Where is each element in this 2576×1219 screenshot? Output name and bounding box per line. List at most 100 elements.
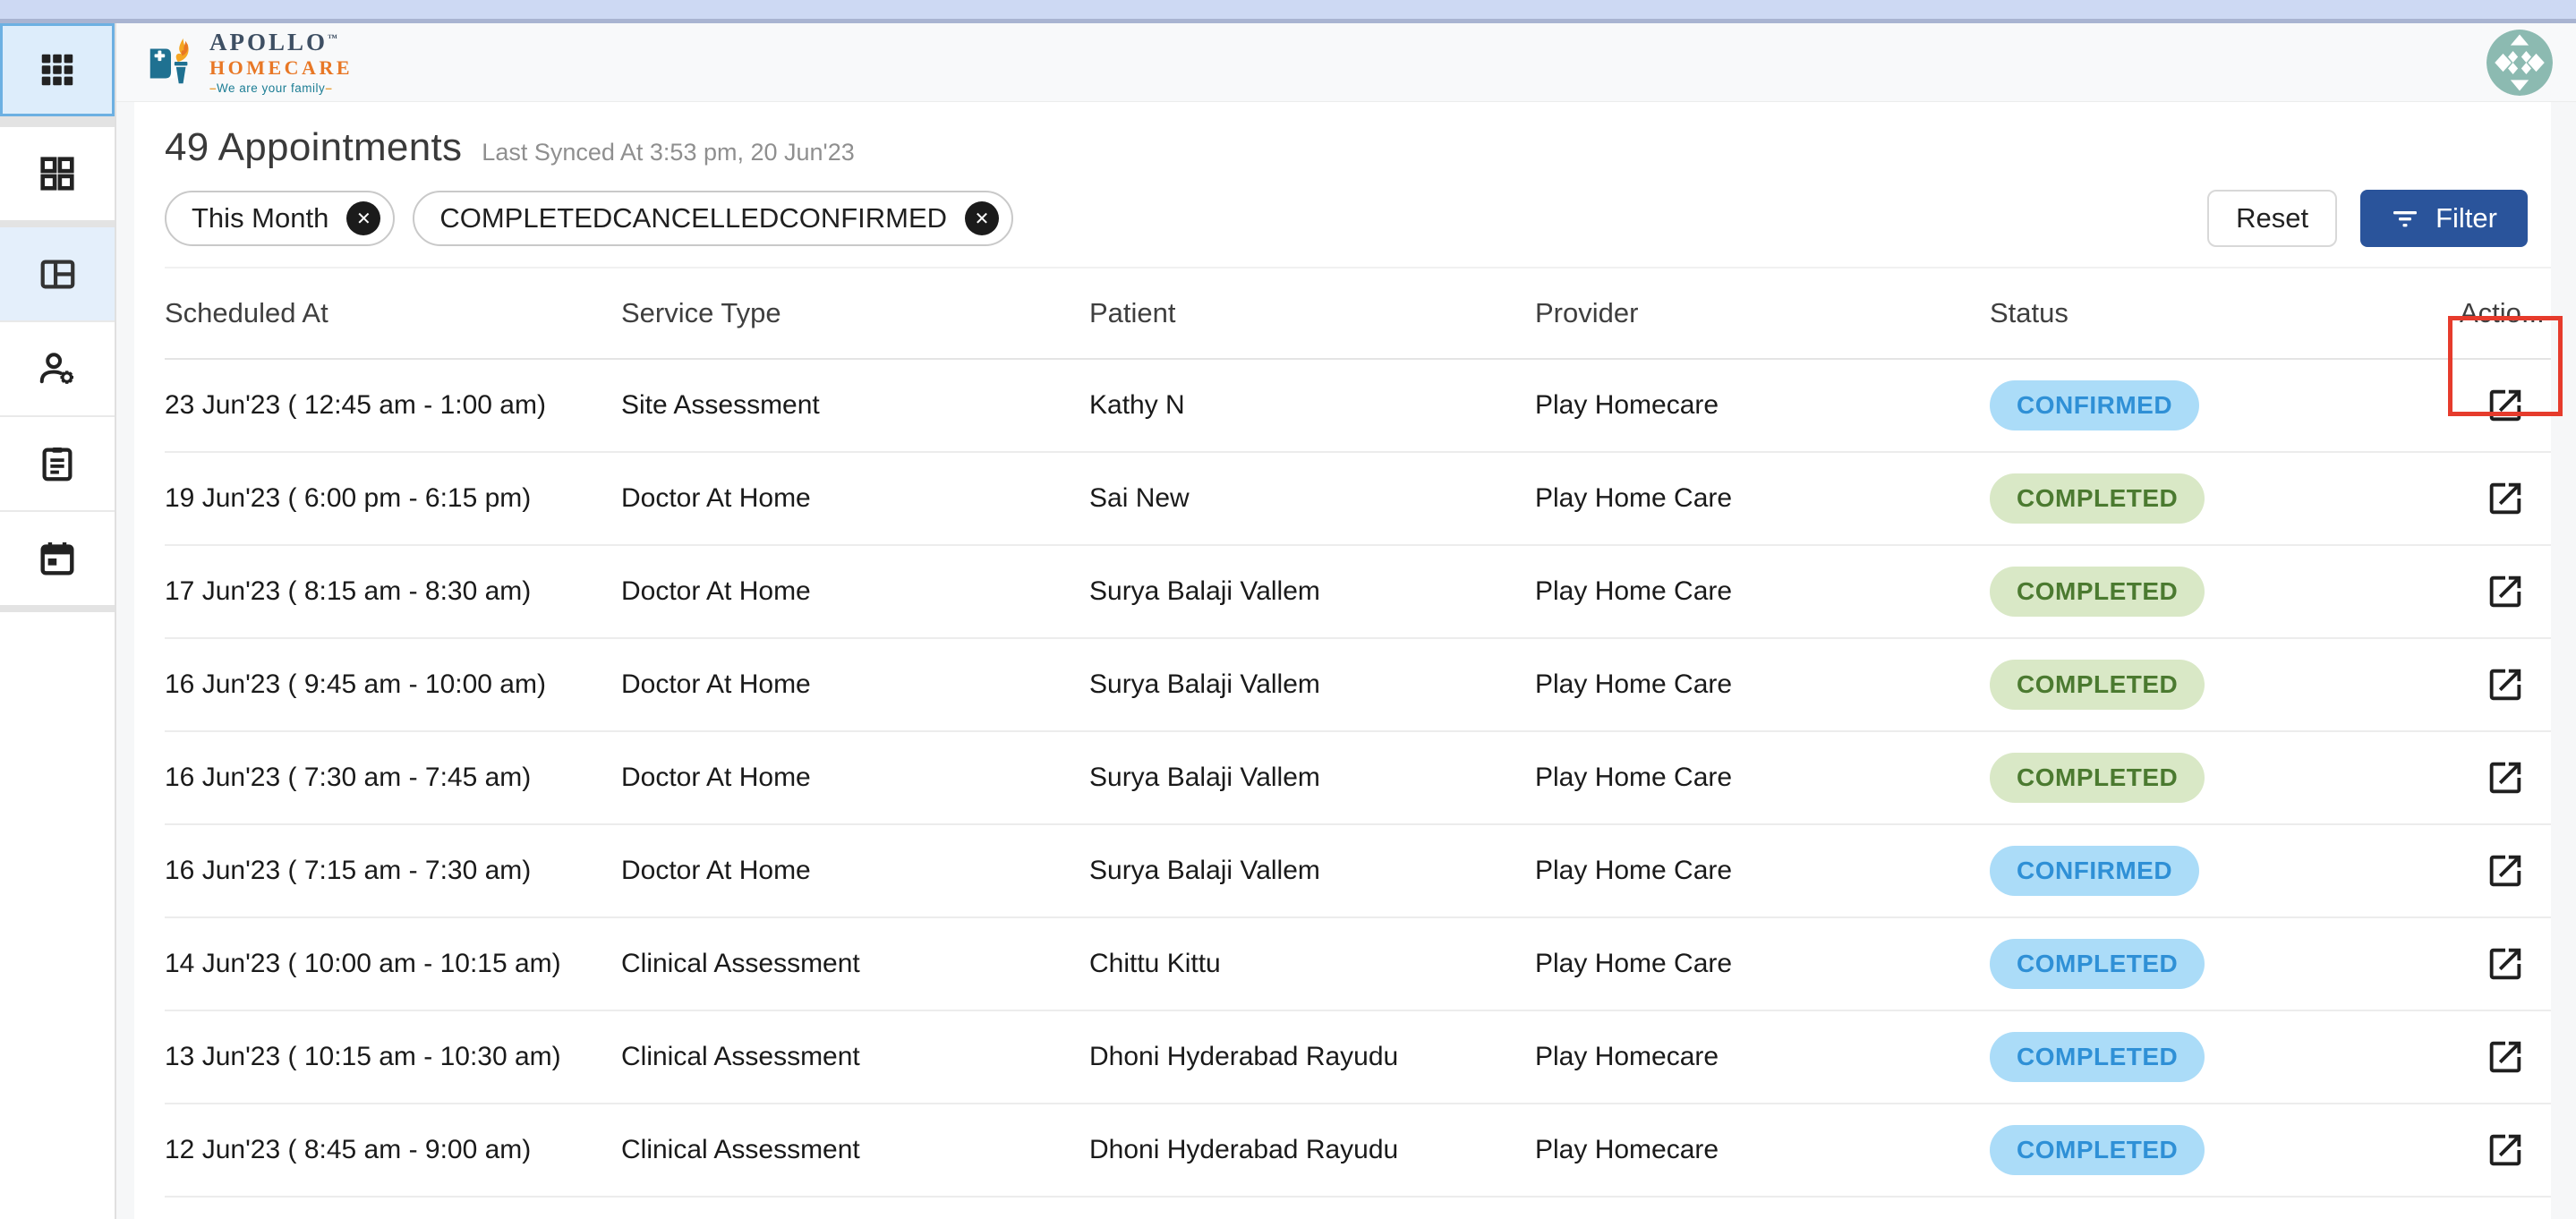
- page-head: 49 Appointments Last Synced At 3:53 pm, …: [165, 102, 2551, 181]
- cell-scheduled-at: 13 Jun'23 ( 10:15 am - 10:30 am): [165, 1042, 621, 1072]
- filter-chips: This Month✕ COMPLETEDCANCELLEDCONFIRMED✕: [165, 191, 1013, 246]
- action-icon-wrap: [2460, 359, 2551, 452]
- open-appointment-button[interactable]: [2485, 850, 2526, 891]
- cell-status: COMPLETED: [1990, 473, 2460, 524]
- cell-service-type: Doctor At Home: [621, 576, 1089, 607]
- calendar-icon: [37, 538, 78, 579]
- column-header: Status: [1990, 297, 2460, 329]
- open-appointment-button[interactable]: [2485, 664, 2526, 705]
- chip-remove-icon[interactable]: ✕: [965, 201, 999, 235]
- cell-patient: Chittu Kittu: [1089, 949, 1535, 979]
- cell-patient: Surya Balaji Vallem: [1089, 576, 1535, 607]
- sidebar-divider: [0, 116, 115, 127]
- cell-status: COMPLETED: [1990, 1032, 2460, 1082]
- cell-status: COMPLETED: [1990, 1125, 2460, 1175]
- status-badge: CONFIRMED: [1990, 846, 2199, 896]
- cell-scheduled-at: 16 Jun'23 ( 9:45 am - 10:00 am): [165, 669, 621, 700]
- filter-chip: This Month✕: [165, 191, 395, 246]
- open-in-new-icon: [2485, 1129, 2526, 1171]
- cell-scheduled-at: 19 Jun'23 ( 6:00 pm - 6:15 pm): [165, 483, 621, 514]
- table-row: 14 Jun'23 ( 10:00 am - 10:15 am)Clinical…: [165, 918, 2551, 1011]
- cell-actions: [2460, 917, 2551, 1010]
- filter-chip: COMPLETEDCANCELLEDCONFIRMED✕: [413, 191, 1013, 246]
- open-appointment-button[interactable]: [2485, 385, 2526, 426]
- status-badge: COMPLETED: [1990, 660, 2205, 710]
- cell-actions: [2460, 731, 2551, 824]
- sidebar-item-appointments[interactable]: [0, 227, 115, 320]
- reset-button[interactable]: Reset: [2207, 190, 2337, 247]
- cell-provider: Play Home Care: [1535, 856, 1990, 886]
- cell-service-type: Doctor At Home: [621, 763, 1089, 793]
- cell-service-type: Doctor At Home: [621, 669, 1089, 700]
- table-row: 19 Jun'23 ( 6:00 pm - 6:15 pm)Doctor At …: [165, 453, 2551, 546]
- cell-patient: Surya Balaji Vallem: [1089, 856, 1535, 886]
- action-icon-wrap: [2460, 452, 2551, 545]
- open-appointment-button[interactable]: [2485, 943, 2526, 985]
- action-icon-wrap: [2460, 638, 2551, 731]
- table-row: 23 Jun'23 ( 12:45 am - 1:00 am)Site Asse…: [165, 360, 2551, 453]
- cell-actions: [2460, 359, 2551, 452]
- cell-provider: Play Homecare: [1535, 1042, 1990, 1072]
- open-appointment-button[interactable]: [2485, 478, 2526, 519]
- cell-service-type: Doctor At Home: [621, 483, 1089, 514]
- status-badge: CONFIRMED: [1990, 380, 2199, 430]
- sidebar-item-dashboard[interactable]: [0, 127, 115, 220]
- table-body: 23 Jun'23 ( 12:45 am - 1:00 am)Site Asse…: [165, 360, 2551, 1198]
- apollo-logo-mark: [143, 35, 199, 90]
- sidebar-divider: [0, 605, 115, 612]
- sidebar: [0, 23, 116, 1219]
- last-synced-text: Last Synced At 3:53 pm, 20 Jun'23: [482, 139, 854, 166]
- sidebar-item-manage-users[interactable]: [0, 322, 115, 415]
- logo-brand-sub: HOMECARE: [209, 58, 353, 78]
- cell-scheduled-at: 16 Jun'23 ( 7:30 am - 7:45 am): [165, 763, 621, 793]
- cell-provider: Play Home Care: [1535, 669, 1990, 700]
- sidebar-item-calendar[interactable]: [0, 512, 115, 605]
- column-header: Service Type: [621, 297, 1089, 329]
- open-appointment-button[interactable]: [2485, 1129, 2526, 1171]
- cell-patient: Dhoni Hyderabad Rayudu: [1089, 1135, 1535, 1165]
- open-in-new-icon: [2485, 1036, 2526, 1078]
- action-icon-wrap: [2460, 824, 2551, 917]
- apollo-logo-text: APOLLO™ HOMECARE –We are your family–: [209, 30, 353, 95]
- cell-status: CONFIRMED: [1990, 380, 2460, 430]
- sidebar-item-tasks[interactable]: [0, 417, 115, 510]
- cell-patient: Sai New: [1089, 483, 1535, 514]
- cell-scheduled-at: 16 Jun'23 ( 7:15 am - 7:30 am): [165, 856, 621, 886]
- page-title: 49 Appointments: [165, 125, 462, 170]
- open-in-new-icon: [2485, 757, 2526, 798]
- sidebar-item-apps[interactable]: [0, 23, 115, 116]
- open-in-new-icon: [2485, 571, 2526, 612]
- cell-service-type: Site Assessment: [621, 390, 1089, 421]
- cell-provider: Play Home Care: [1535, 483, 1990, 514]
- cell-actions: [2460, 1010, 2551, 1104]
- apps-grid-icon: [37, 49, 78, 90]
- cell-patient: Kathy N: [1089, 390, 1535, 421]
- content-area: 49 Appointments Last Synced At 3:53 pm, …: [116, 102, 2576, 1219]
- cell-scheduled-at: 17 Jun'23 ( 8:15 am - 8:30 am): [165, 576, 621, 607]
- avatar[interactable]: [2486, 30, 2553, 96]
- action-icon-wrap: [2460, 1104, 2551, 1197]
- cell-actions: [2460, 1104, 2551, 1197]
- cell-actions: [2460, 638, 2551, 731]
- filter-row: This Month✕COMPLETEDCANCELLEDCONFIRMED✕ …: [165, 190, 2551, 247]
- cell-provider: Play Home Care: [1535, 949, 1990, 979]
- open-appointment-button[interactable]: [2485, 1036, 2526, 1078]
- cell-provider: Play Homecare: [1535, 390, 1990, 421]
- chip-remove-icon[interactable]: ✕: [346, 201, 380, 235]
- filter-icon: [2391, 204, 2419, 233]
- status-badge: COMPLETED: [1990, 753, 2205, 803]
- open-appointment-button[interactable]: [2485, 571, 2526, 612]
- avatar-identicon: [2486, 30, 2553, 96]
- table-row: 16 Jun'23 ( 7:30 am - 7:45 am)Doctor At …: [165, 732, 2551, 825]
- cell-scheduled-at: 12 Jun'23 ( 8:45 am - 9:00 am): [165, 1135, 621, 1165]
- logo-brand-name: APOLLO™: [209, 30, 353, 55]
- action-icon-wrap: [2460, 545, 2551, 638]
- filter-button[interactable]: Filter: [2360, 190, 2528, 247]
- table-row: 16 Jun'23 ( 9:45 am - 10:00 am)Doctor At…: [165, 639, 2551, 732]
- open-appointment-button[interactable]: [2485, 757, 2526, 798]
- topbar: APOLLO™ HOMECARE –We are your family–: [116, 23, 2576, 102]
- column-header: Actio...: [2460, 297, 2551, 329]
- open-in-new-icon: [2485, 943, 2526, 985]
- cell-scheduled-at: 14 Jun'23 ( 10:00 am - 10:15 am): [165, 949, 621, 979]
- cell-provider: Play Home Care: [1535, 763, 1990, 793]
